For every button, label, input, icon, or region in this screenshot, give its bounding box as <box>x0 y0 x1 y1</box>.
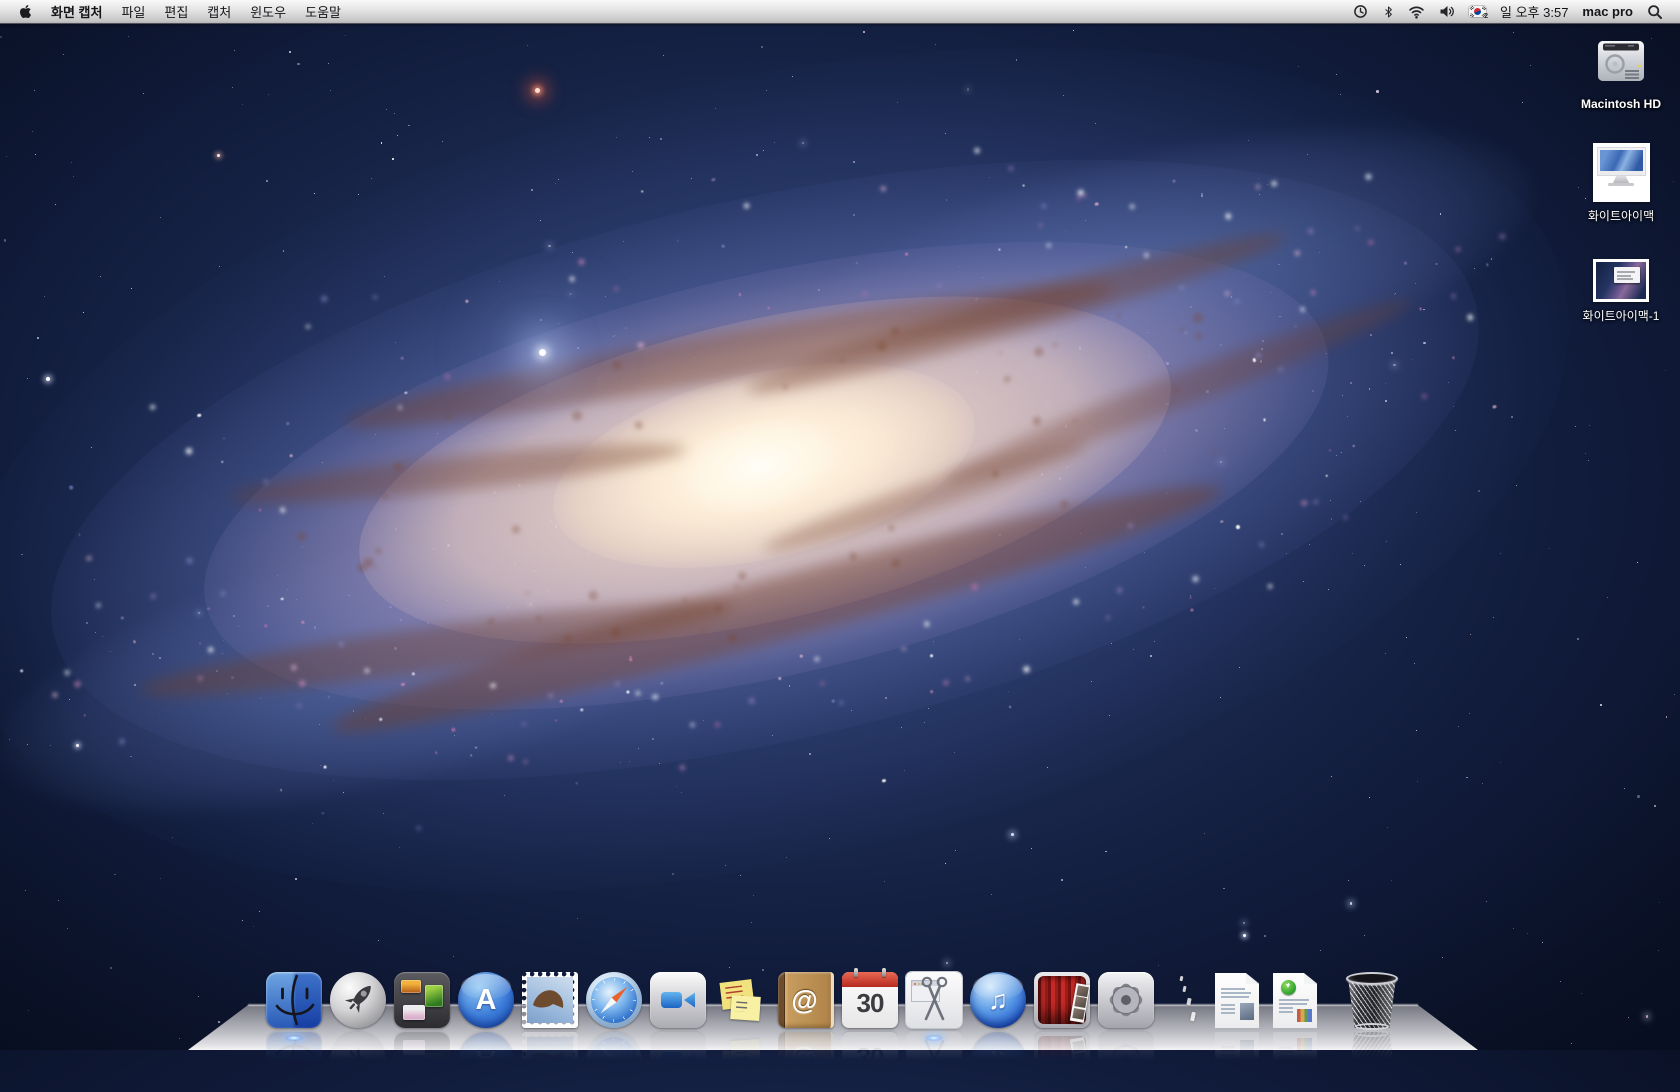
dock-item-stickies[interactable] <box>714 972 770 1030</box>
grab-icon <box>906 972 962 1028</box>
menu-item-4[interactable]: 도움말 <box>305 2 341 21</box>
itunes-note-glyph: ♫ <box>988 987 1008 1014</box>
menu-item-0[interactable]: 파일 <box>121 2 145 21</box>
volume-menu-icon[interactable] <box>1439 4 1455 19</box>
image-file-icon <box>1593 143 1650 202</box>
app-store-glyph: A <box>476 986 497 1015</box>
download-arrow-badge <box>1281 1065 1296 1080</box>
volume-icon <box>1439 4 1455 19</box>
search-icon <box>1647 4 1663 20</box>
dock-item-system-preferences[interactable] <box>1098 972 1154 1030</box>
screenshot-file-icon <box>1593 259 1649 302</box>
dock-item-mail[interactable] <box>522 972 578 1030</box>
bluetooth-icon <box>1383 4 1394 20</box>
menu-item-2[interactable]: 캡처 <box>207 2 231 21</box>
dock-item-safari[interactable] <box>586 972 642 1030</box>
wifi-icon <box>1408 4 1425 19</box>
gear-icon <box>1098 972 1154 1028</box>
system-preferences-icon <box>1098 972 1154 1028</box>
address-book-glyph: @ <box>791 985 817 1016</box>
ical-day-number: 30 <box>842 988 898 1019</box>
dock-separator <box>1162 972 1204 1030</box>
taegeuk-symbol <box>1474 8 1481 15</box>
app-store-icon: A <box>458 972 514 1028</box>
macos-desktop: { "menu_bar": { "apple_icon": "apple-log… <box>0 0 1680 1050</box>
mission-control-icon <box>394 972 450 1028</box>
menu-bar: 화면 캡처 파일 편집 캡처 윈도우 도움말 2 일 오후 3:57 mac pro <box>0 0 1680 24</box>
vignette <box>0 0 1680 1050</box>
ical-icon: 30 <box>842 972 898 1028</box>
desktop-icon-image-file-screenshot[interactable]: 화이트아이맥-1 <box>1561 259 1680 324</box>
itunes-icon: ♫ <box>970 972 1026 1028</box>
time-machine-menu-icon[interactable] <box>1352 3 1369 20</box>
menu-clock[interactable]: 일 오후 3:57 <box>1500 2 1568 21</box>
desktop-icon-label: Macintosh HD <box>1561 97 1680 111</box>
documents-stack-icon <box>1212 972 1268 1028</box>
dock-item-itunes[interactable]: ♫♫ <box>970 972 1026 1030</box>
apple-menu[interactable] <box>19 4 32 19</box>
dock-item-mission-control[interactable] <box>394 972 450 1030</box>
itunes-note-glyph: ♫ <box>988 1047 1008 1074</box>
dock: AA @@ 30 30 ♫♫ <box>0 955 1680 1050</box>
spotlight-menu-icon[interactable] <box>1647 4 1663 20</box>
dock-stack-downloads-stack[interactable] <box>1270 972 1320 1030</box>
dock-item-photo-booth[interactable] <box>1034 972 1090 1030</box>
dock-item-launchpad[interactable] <box>330 972 386 1030</box>
desktop-icon-label: 화이트아이맥-1 <box>1561 307 1680 324</box>
downloads-stack-icon <box>1270 972 1326 1028</box>
hard-drive-icon <box>1592 32 1650 92</box>
launchpad-icon <box>330 972 386 1028</box>
wifi-menu-icon[interactable] <box>1408 4 1425 19</box>
desktop-icon-hard-drive[interactable]: Macintosh HD <box>1561 32 1680 111</box>
address-book-icon: @ <box>778 972 834 1028</box>
input-source-korean-flag-icon[interactable]: 2 <box>1469 6 1486 17</box>
imac-picture-screen <box>1598 148 1645 175</box>
input-source-badge: 2 <box>1484 13 1488 20</box>
dock-item-app-store[interactable]: AA <box>458 972 514 1030</box>
running-indicator-light <box>925 1035 943 1041</box>
facetime-icon <box>650 972 706 1028</box>
stickies-icon <box>714 972 770 1028</box>
desktop-icon-label: 화이트아이맥 <box>1561 207 1680 224</box>
menu-item-3[interactable]: 윈도우 <box>250 2 286 21</box>
running-indicator-light <box>285 1035 303 1041</box>
bluetooth-menu-icon[interactable] <box>1383 4 1394 20</box>
fast-user-switching-menu[interactable]: mac pro <box>1582 4 1633 19</box>
dock-item-finder[interactable] <box>266 972 322 1030</box>
dock-item-trash[interactable] <box>1344 972 1398 1030</box>
desktop-icon-image-file-imac[interactable]: 화이트아이맥 <box>1561 143 1680 224</box>
apple-logo-icon <box>19 4 32 19</box>
active-app-menu[interactable]: 화면 캡처 <box>51 2 102 21</box>
safari-icon <box>586 972 642 1028</box>
dock-items: AA @@ 30 30 ♫♫ <box>266 972 1398 1030</box>
dock-item-facetime[interactable] <box>650 972 706 1030</box>
wallpaper-andromeda-galaxy <box>0 0 1680 1050</box>
photo-booth-icon <box>1034 972 1090 1028</box>
download-arrow-badge <box>1281 980 1296 995</box>
dock-item-grab[interactable] <box>906 972 962 1030</box>
app-menus: 파일 편집 캡처 윈도우 도움말 <box>121 2 341 21</box>
mail-icon <box>522 972 578 1028</box>
dock-item-address-book[interactable]: @@ <box>778 972 834 1030</box>
menu-item-1[interactable]: 편집 <box>164 2 188 21</box>
trash-icon <box>1345 972 1399 1030</box>
dock-item-ical[interactable]: 30 30 <box>842 972 898 1030</box>
dock-stack-documents-stack[interactable] <box>1212 972 1262 1030</box>
finder-icon <box>266 972 322 1028</box>
time-machine-icon <box>1352 3 1369 20</box>
